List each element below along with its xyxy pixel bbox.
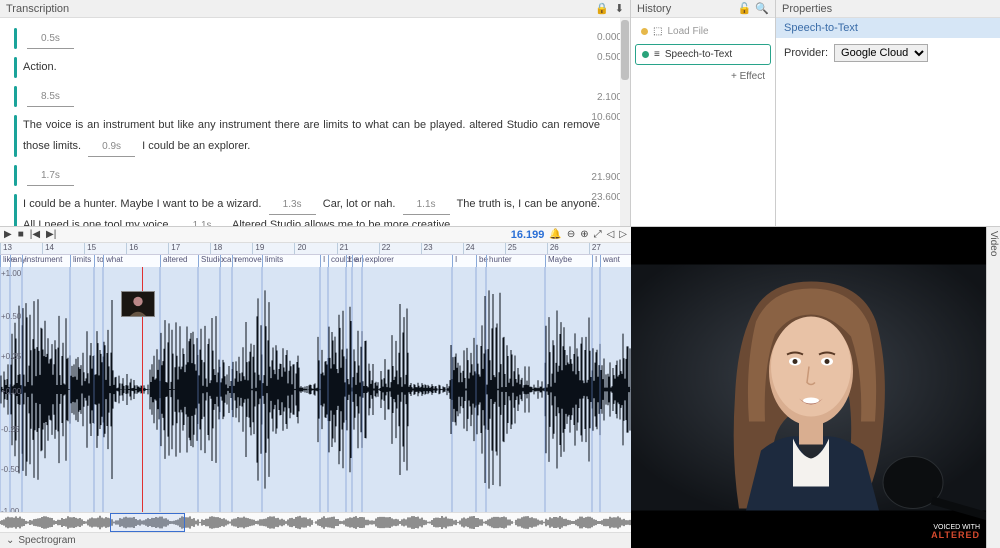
y-axis: +1.00+0.50+0.25+0.00-0.25-0.50-1.00 <box>1 267 29 512</box>
skip-back-icon[interactable]: |◀ <box>30 229 40 240</box>
chevron-down-icon: ⌄ <box>6 535 14 546</box>
spectrogram-toggle[interactable]: ⌄ Spectrogram <box>0 532 631 548</box>
lock-icon[interactable]: 🔒 <box>595 2 609 15</box>
play-icon[interactable]: ▶ <box>4 229 12 240</box>
history-panel: History 🔓 🔍 ⬚ Load File ≡ Speech-to-Text <box>631 0 776 226</box>
properties-subtitle: Speech-to-Text <box>776 18 1000 38</box>
history-item-speech-to-text[interactable]: ≡ Speech-to-Text <box>635 44 771 65</box>
status-dot <box>641 28 648 35</box>
waveform[interactable]: +1.00+0.50+0.25+0.00-0.25-0.50-1.00 <box>0 267 631 512</box>
minimap[interactable] <box>0 512 631 532</box>
status-dot <box>642 51 649 58</box>
watermark: VOICED WITH ALTERED <box>931 524 980 540</box>
timecode: 16.199 <box>511 229 545 241</box>
zoom-fit-icon[interactable]: ⤢ <box>594 229 602 240</box>
nav-left-icon[interactable]: ◁ <box>607 229 615 240</box>
properties-title: Properties <box>782 3 832 15</box>
history-item-load-file[interactable]: ⬚ Load File <box>635 22 771 41</box>
editor-toolbar: ▶ ■ |◀ ▶| 16.199 🔔 ⊖ ⊕ ⤢ ◁ ▷ <box>0 227 631 243</box>
skip-fwd-icon[interactable]: ▶| <box>46 229 56 240</box>
pause-marker: 1.1s <box>403 195 450 215</box>
effect-icon: ≡ <box>654 49 660 60</box>
effect-icon: ⬚ <box>653 26 662 37</box>
segment-text[interactable]: Action. <box>23 57 600 78</box>
pause-marker: 0.5s <box>27 29 74 49</box>
minimap-selection[interactable] <box>110 513 185 532</box>
pause-marker: 1.3s <box>269 195 316 215</box>
download-icon[interactable]: ⬇ <box>615 2 624 15</box>
video-frame[interactable]: VOICED WITH ALTERED <box>631 227 986 548</box>
zoom-in-icon[interactable]: ⊕ <box>580 229 588 240</box>
thumbnail-preview <box>121 291 155 317</box>
provider-label: Provider: <box>784 47 828 59</box>
bell-icon[interactable]: 🔔 <box>549 229 561 240</box>
provider-select[interactable]: Google Cloud <box>834 44 928 62</box>
transcription-panel: Transcription 🔒 ⬇ 0.5s Action. 8.5s The … <box>0 0 631 226</box>
waveform-editor: ▶ ■ |◀ ▶| 16.199 🔔 ⊖ ⊕ ⤢ ◁ ▷ 13141516171… <box>0 227 631 548</box>
add-effect-button[interactable]: + Effect <box>635 68 771 85</box>
video-panel-header[interactable]: Video <box>986 227 1000 548</box>
spectrogram-label: Spectrogram <box>18 535 75 546</box>
stop-icon[interactable]: ■ <box>18 229 24 240</box>
video-panel: Video <box>631 227 1000 548</box>
pause-marker: 1.7s <box>27 166 74 186</box>
segment-text[interactable]: Car, lot or nah. <box>323 198 396 210</box>
segment-text[interactable]: Altered Studio allows me to be more crea… <box>232 219 453 226</box>
nav-right-icon[interactable]: ▷ <box>619 229 627 240</box>
lock-icon[interactable]: 🔓 <box>738 2 752 15</box>
pause-marker: 8.5s <box>27 87 74 107</box>
pause-marker: 1.1s <box>179 216 226 226</box>
time-ruler[interactable]: 131415161718192021222324252627 <box>0 243 631 255</box>
history-item-label: Load File <box>667 26 708 37</box>
word-labels[interactable]: likeanyinstrumentlimitstowhatalteredStud… <box>0 255 631 267</box>
pause-marker: 0.9s <box>88 137 135 157</box>
segment-text[interactable]: I could be an explorer. <box>142 140 250 152</box>
history-item-label: Speech-to-Text <box>665 49 732 60</box>
transcription-body[interactable]: 0.5s Action. 8.5s The voice is an instru… <box>0 18 630 226</box>
zoom-out-icon[interactable]: ⊖ <box>567 229 575 240</box>
scrollbar[interactable] <box>620 18 630 226</box>
search-icon[interactable]: 🔍 <box>755 2 769 15</box>
segment-text[interactable]: I could be a hunter. Maybe I want to be … <box>23 198 261 210</box>
time-column: 0.000 0.500 2.100 10.600 21.900 23.600 <box>591 28 622 208</box>
history-title: History <box>637 3 671 15</box>
transcription-title: Transcription <box>6 3 69 15</box>
properties-panel: Properties Speech-to-Text Provider: Goog… <box>776 0 1000 226</box>
